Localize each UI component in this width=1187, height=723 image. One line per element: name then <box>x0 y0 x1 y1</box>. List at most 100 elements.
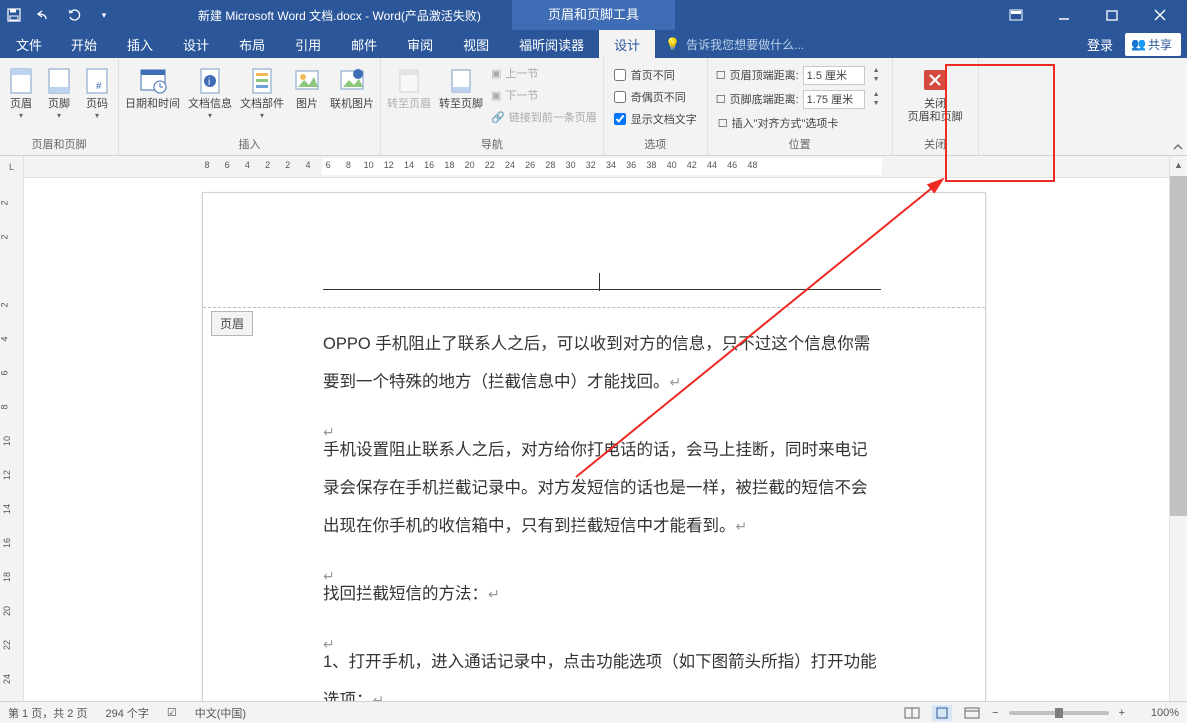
footer-icon <box>43 64 75 96</box>
tab-home[interactable]: 开始 <box>56 30 112 58</box>
save-icon[interactable] <box>6 7 22 23</box>
status-word-count[interactable]: 294 个字 <box>105 705 148 721</box>
picture-button[interactable]: 图片 <box>290 62 324 111</box>
ribbon: 页眉 ▾ 页脚 ▾ # 页码 ▾ 页眉和页脚 日期和时间 i <box>0 58 1187 156</box>
ribbon-display-options-icon[interactable] <box>993 0 1039 30</box>
window-title: 新建 Microsoft Word 文档.docx - Word(产品激活失败) <box>118 7 512 24</box>
context-tab-header-footer: 页眉和页脚工具 <box>512 0 675 30</box>
close-header-footer-button[interactable]: 关闭页眉和页脚 <box>906 62 965 124</box>
online-picture-icon <box>336 64 368 96</box>
vertical-ruler[interactable]: 222468101214161820222426 <box>0 178 24 701</box>
next-section-button: ▣下一节 <box>489 84 599 106</box>
link-to-previous-button: 🔗链接到前一条页眉 <box>489 106 599 128</box>
qat-customize-icon[interactable]: ▾ <box>96 7 112 23</box>
document-area[interactable]: 页眉 OPPO 手机阻止了联系人之后，可以收到对方的信息，只不过这个信息你需要到… <box>24 178 1169 701</box>
minimize-icon[interactable] <box>1041 0 1087 30</box>
footer-distance-row[interactable]: ☐ 页脚底端距离: 1.75 厘米 ▲▼ <box>716 88 884 110</box>
tab-view[interactable]: 视图 <box>448 30 504 58</box>
scroll-up-icon[interactable]: ▲ <box>1170 156 1187 174</box>
date-time-icon <box>137 64 169 96</box>
header-underline <box>323 289 881 290</box>
different-first-page-checkbox[interactable]: 首页不同 <box>612 64 699 86</box>
header-boundary <box>203 307 985 308</box>
status-language[interactable]: 中文(中国) <box>195 705 246 721</box>
svg-text:#: # <box>96 81 102 92</box>
maximize-icon[interactable] <box>1089 0 1135 30</box>
link-icon: 🔗 <box>491 111 505 124</box>
read-mode-icon[interactable] <box>902 705 922 721</box>
titlebar: ▾ 新建 Microsoft Word 文档.docx - Word(产品激活失… <box>0 0 1187 30</box>
picture-icon <box>291 64 323 96</box>
redo-icon[interactable] <box>66 7 82 23</box>
tab-layout[interactable]: 布局 <box>224 30 280 58</box>
footer-distance-input[interactable]: 1.75 厘米 <box>803 90 865 109</box>
tab-file[interactable]: 文件 <box>0 30 56 58</box>
header-icon <box>5 64 37 96</box>
alignment-tab-icon: ☐ <box>718 117 728 130</box>
tab-review[interactable]: 审阅 <box>392 30 448 58</box>
tab-design[interactable]: 设计 <box>168 30 224 58</box>
web-layout-icon[interactable] <box>962 705 982 721</box>
tab-mailings[interactable]: 邮件 <box>336 30 392 58</box>
goto-footer-button[interactable]: 转至页脚 <box>437 62 485 111</box>
footer-distance-icon: ☐ <box>716 93 726 106</box>
group-label-options: 选项 <box>608 136 703 155</box>
group-label-close: 关闭 <box>897 136 974 155</box>
header-tag[interactable]: 页眉 <box>211 311 253 336</box>
page-number-icon: # <box>81 64 113 96</box>
tab-hf-design[interactable]: 设计 <box>599 30 655 58</box>
doc-parts-button[interactable]: 文档部件 ▾ <box>238 62 286 120</box>
header-distance-row[interactable]: ☐ 页眉顶端距离: 1.5 厘米 ▲▼ <box>716 64 884 86</box>
tab-foxit[interactable]: 福昕阅读器 <box>504 30 599 58</box>
share-icon: 👥 <box>1131 37 1146 51</box>
tab-references[interactable]: 引用 <box>280 30 336 58</box>
login-link[interactable]: 登录 <box>1079 35 1121 54</box>
header-distance-input[interactable]: 1.5 厘米 <box>803 66 865 85</box>
insert-alignment-tab-button[interactable]: ☐插入"对齐方式"选项卡 <box>716 112 884 134</box>
status-page[interactable]: 第 1 页，共 2 页 <box>8 705 87 721</box>
different-odd-even-checkbox[interactable]: 奇偶页不同 <box>612 86 699 108</box>
zoom-level[interactable]: 100% <box>1135 707 1179 719</box>
prev-section-icon: ▣ <box>491 67 501 80</box>
doc-info-button[interactable]: i 文档信息 ▾ <box>186 62 234 120</box>
group-label-insert: 插入 <box>123 136 376 155</box>
doc-info-icon: i <box>194 64 226 96</box>
header-distance-spinner[interactable]: ▲▼ <box>869 66 884 84</box>
group-label-position: 位置 <box>712 136 888 155</box>
undo-icon[interactable] <box>36 7 52 23</box>
document-body: OPPO 手机阻止了联系人之后，可以收到对方的信息，只不过这个信息你需要到一个特… <box>323 325 877 701</box>
svg-text:i: i <box>208 77 210 88</box>
group-label-nav: 导航 <box>385 136 599 155</box>
statusbar: 第 1 页，共 2 页 294 个字 ☑ 中文(中国) − + 100% <box>0 701 1187 723</box>
doc-parts-icon <box>246 64 278 96</box>
vertical-scrollbar[interactable]: ▲ <box>1169 156 1187 701</box>
scroll-thumb[interactable] <box>1170 176 1187 516</box>
zoom-out-icon[interactable]: − <box>992 707 998 719</box>
date-time-button[interactable]: 日期和时间 <box>123 62 182 111</box>
page-number-button[interactable]: # 页码 ▾ <box>80 62 114 120</box>
print-layout-icon[interactable] <box>932 705 952 721</box>
tell-me-search[interactable]: 💡 告诉我您想要做什么... <box>655 30 804 58</box>
ribbon-tabs: 文件 开始 插入 设计 布局 引用 邮件 审阅 视图 福昕阅读器 设计 💡 告诉… <box>0 30 1187 58</box>
footer-distance-spinner[interactable]: ▲▼ <box>869 90 884 108</box>
goto-header-icon <box>393 64 425 96</box>
status-proofing-icon[interactable]: ☑ <box>167 706 177 719</box>
goto-header-button: 转至页眉 <box>385 62 433 111</box>
next-section-icon: ▣ <box>491 89 501 102</box>
footer-button[interactable]: 页脚 ▾ <box>42 62 76 120</box>
prev-section-button: ▣上一节 <box>489 62 599 84</box>
online-picture-button[interactable]: 联机图片 <box>328 62 376 111</box>
horizontal-ruler[interactable]: L 86422468101214161820222426283032343638… <box>0 156 1187 178</box>
zoom-slider[interactable] <box>1009 711 1109 715</box>
share-button[interactable]: 👥共享 <box>1125 33 1181 56</box>
zoom-in-icon[interactable]: + <box>1119 707 1125 719</box>
group-label-hf: 页眉和页脚 <box>4 136 114 155</box>
tab-insert[interactable]: 插入 <box>112 30 168 58</box>
close-icon[interactable] <box>1137 0 1183 30</box>
tab-selector[interactable]: L <box>0 156 24 178</box>
show-doc-text-checkbox[interactable]: 显示文档文字 <box>612 108 699 130</box>
collapse-ribbon-icon[interactable] <box>1169 58 1187 155</box>
header-button[interactable]: 页眉 ▾ <box>4 62 38 120</box>
lightbulb-icon: 💡 <box>665 37 680 51</box>
header-distance-icon: ☐ <box>716 69 726 82</box>
